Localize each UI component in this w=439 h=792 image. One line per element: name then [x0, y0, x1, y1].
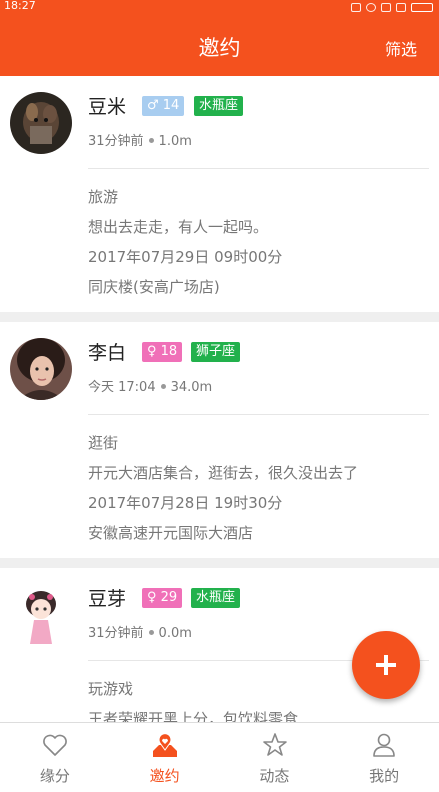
tab-label: 动态 — [259, 767, 290, 785]
dot-separator — [148, 630, 154, 635]
post-distance: 0.0m — [158, 626, 192, 641]
status-time: 18:27 — [4, 0, 36, 12]
user-name[interactable]: 豆米 — [88, 92, 126, 119]
post-time: 31分钟前 — [88, 134, 144, 149]
avatar[interactable] — [10, 92, 72, 154]
bottom-tab-bar: 缘分 邀约 动态 我的 — [0, 722, 439, 792]
tab-yuanfen[interactable]: 缘分 — [0, 723, 110, 792]
post-time: 31分钟前 — [88, 626, 144, 641]
gender-age-badge: ♀ 29 — [142, 588, 183, 608]
invite-map-pin-icon — [152, 733, 177, 757]
alarm-icon — [366, 2, 376, 12]
create-invitation-button[interactable] — [352, 631, 420, 699]
person-icon — [373, 733, 396, 757]
post-meta: 今天 17:04 34.0m — [88, 376, 212, 395]
tab-label: 邀约 — [149, 767, 180, 785]
gender-age-badge: ♀ 18 — [142, 342, 183, 362]
tab-dongtai[interactable]: 动态 — [220, 723, 330, 792]
avatar[interactable] — [10, 338, 72, 400]
page-title: 邀约 — [198, 36, 241, 60]
invite-message: 想出去走走，有人一起吗。 — [88, 218, 269, 236]
post-time: 今天 17:04 — [88, 380, 156, 395]
battery-icon — [411, 2, 433, 12]
divider — [88, 414, 429, 415]
invite-message: 王者荣耀开黑上分，包饮料零食 — [88, 710, 299, 722]
invite-category: 逛街 — [88, 434, 119, 452]
invite-location: 安徽高速开元国际大酒店 — [88, 524, 254, 542]
post-meta: 31分钟前 0.0m — [88, 622, 192, 641]
invitation-feed[interactable]: 豆米 ♂ 14 水瓶座 31分钟前 1.0m 旅游 想出去走走，有人一起吗。 20… — [0, 76, 439, 722]
invite-datetime: 2017年07月28日 19时30分 — [88, 494, 283, 512]
star-icon — [262, 733, 287, 756]
tab-label: 缘分 — [39, 767, 70, 785]
dot-separator — [148, 138, 154, 143]
tab-label: 我的 — [369, 767, 400, 785]
zodiac-badge: 水瓶座 — [191, 588, 241, 608]
invite-location: 同庆楼(安高广场店) — [88, 278, 220, 296]
post-meta: 31分钟前 1.0m — [88, 130, 192, 149]
invite-datetime: 2017年07月29日 09时00分 — [88, 248, 283, 266]
user-name[interactable]: 李白 — [88, 338, 126, 365]
avatar[interactable] — [10, 584, 72, 646]
status-icons — [351, 0, 433, 14]
zodiac-badge: 水瓶座 — [194, 96, 244, 116]
tab-wode[interactable]: 我的 — [329, 723, 439, 792]
tab-yaoyue[interactable]: 邀约 — [110, 723, 220, 792]
status-bar: 18:27 — [0, 0, 439, 14]
filter-button[interactable]: 筛选 — [385, 36, 417, 60]
zodiac-badge: 狮子座 — [191, 342, 241, 362]
invitation-card[interactable]: 豆米 ♂ 14 水瓶座 31分钟前 1.0m 旅游 想出去走走，有人一起吗。 20… — [0, 76, 439, 312]
wifi-icon — [381, 2, 391, 12]
post-distance: 1.0m — [158, 134, 192, 149]
invite-category: 旅游 — [88, 188, 119, 206]
gender-age-badge: ♂ 14 — [142, 96, 185, 116]
signal-icon — [396, 2, 406, 12]
invite-message: 开元大酒店集合，逛街去，很久没出去了 — [88, 464, 359, 482]
app-header: 邀约 筛选 — [0, 14, 439, 76]
dot-separator — [160, 384, 166, 389]
invite-category: 玩游戏 — [88, 680, 134, 698]
bluetooth-icon — [351, 2, 361, 12]
post-distance: 34.0m — [170, 380, 213, 395]
divider — [88, 168, 429, 169]
invitation-card[interactable]: 李白 ♀ 18 狮子座 今天 17:04 34.0m 逛街 开元大酒店集合，逛街去… — [0, 322, 439, 558]
user-name[interactable]: 豆芽 — [88, 584, 126, 611]
heart-icon — [43, 734, 67, 756]
